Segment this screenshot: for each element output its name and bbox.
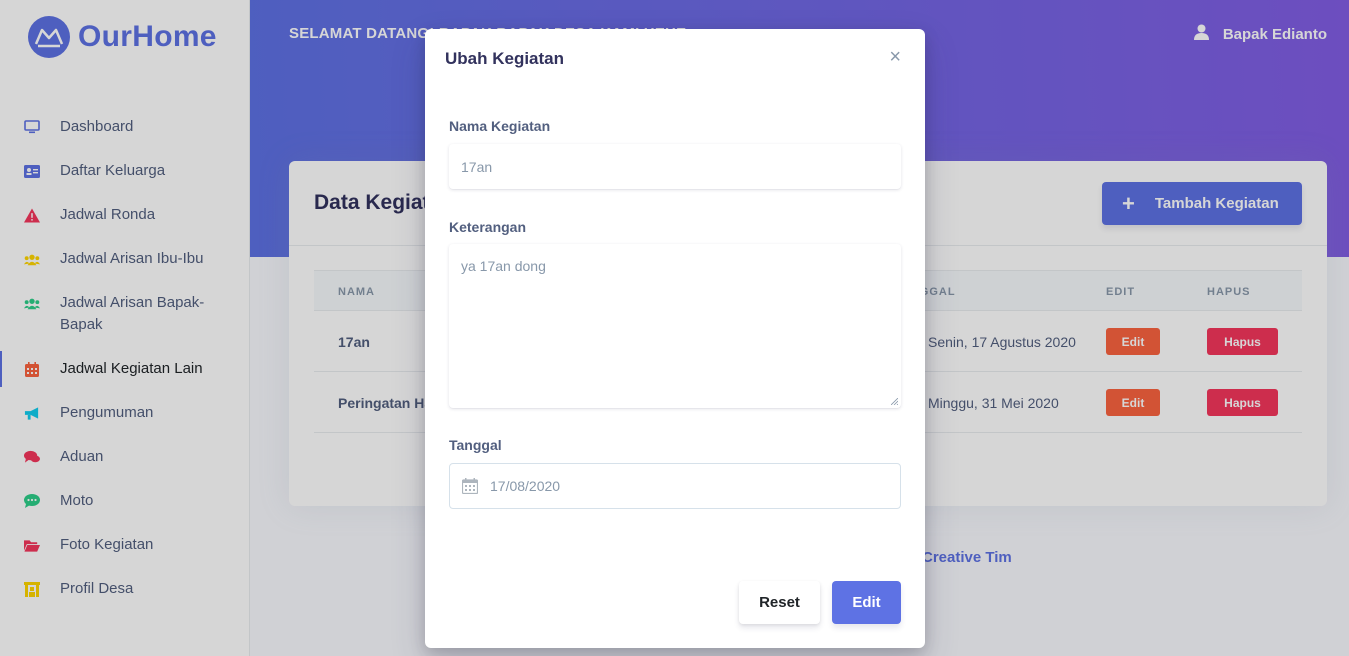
reset-button[interactable]: Reset [739,581,820,624]
calendar-icon [462,478,478,494]
tanggal-value: 17/08/2020 [490,478,561,494]
nama-kegiatan-value: 17an [461,159,493,175]
keterangan-textarea[interactable]: ya 17an dong [449,244,901,408]
keterangan-label: Keterangan [449,219,527,235]
close-icon[interactable]: × [889,47,901,67]
tanggal-input[interactable]: 17/08/2020 [449,463,901,509]
keterangan-value: ya 17an dong [461,258,546,274]
modal-title: Ubah Kegiatan [445,49,565,68]
nama-kegiatan-label: Nama Kegiatan [449,118,551,134]
nama-kegiatan-input[interactable]: 17an [449,144,901,189]
edit-kegiatan-modal: Ubah Kegiatan × Nama Kegiatan 17an Keter… [425,29,925,648]
edit-submit-button[interactable]: Edit [832,581,901,624]
tanggal-label: Tanggal [449,437,502,453]
resize-handle-icon[interactable] [891,398,898,405]
